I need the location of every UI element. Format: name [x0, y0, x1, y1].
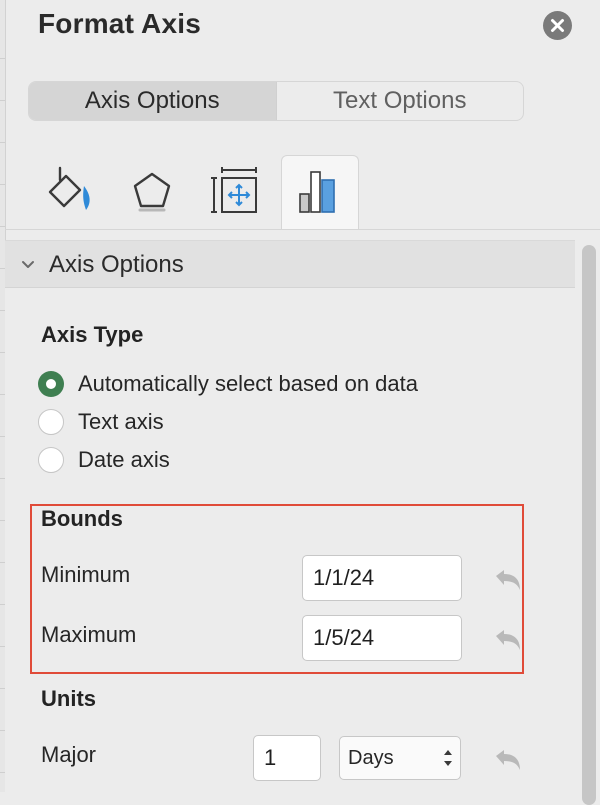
radio-button[interactable]: [38, 447, 64, 473]
fill-line-icon: [48, 166, 90, 210]
units-heading: Units: [41, 686, 96, 711]
effects-pentagon-icon: [133, 172, 171, 212]
major-unit-input[interactable]: [253, 735, 321, 781]
tab-size-properties[interactable]: [206, 160, 266, 220]
size-properties-icon: [211, 167, 257, 213]
maximum-label: Maximum: [41, 622, 137, 647]
close-button[interactable]: [543, 11, 572, 40]
tab-axis-options-icon[interactable]: [290, 160, 350, 220]
radio-auto-select[interactable]: Automatically select based on data: [38, 368, 418, 400]
minimum-input[interactable]: [302, 555, 462, 601]
tab-axis-options[interactable]: Axis Options: [29, 82, 276, 120]
section-header-label: Axis Options: [49, 251, 184, 278]
radio-button-checked[interactable]: [38, 371, 64, 397]
reset-undo-icon[interactable]: [490, 746, 524, 774]
close-icon: [551, 19, 564, 32]
minimum-label: Minimum: [41, 562, 131, 587]
bounds-heading: Bounds: [41, 506, 123, 531]
tab-effects[interactable]: [122, 160, 182, 220]
axis-options-bar-icon: [299, 171, 335, 213]
major-unit-select[interactable]: Days: [339, 736, 461, 780]
radio-button[interactable]: [38, 409, 64, 435]
major-unit-select-value: Days: [348, 747, 394, 769]
section-header-axis-options[interactable]: Axis Options: [5, 240, 575, 288]
radio-label: Automatically select based on data: [78, 371, 418, 396]
radio-label: Date axis: [78, 447, 170, 472]
radio-date-axis[interactable]: Date axis: [38, 444, 170, 476]
tab-fill-line[interactable]: [40, 160, 100, 220]
maximum-input[interactable]: [302, 615, 462, 661]
radio-text-axis[interactable]: Text axis: [38, 406, 164, 438]
up-down-chevron-icon: [444, 750, 452, 766]
axis-type-heading: Axis Type: [41, 322, 144, 347]
major-label: Major: [41, 742, 97, 767]
panel-title: Format Axis: [38, 8, 201, 39]
reset-undo-icon[interactable]: [490, 626, 524, 654]
chevron-down-icon: [22, 261, 34, 268]
scrollbar-thumb[interactable]: [582, 245, 596, 805]
tab-text-options[interactable]: Text Options: [277, 82, 524, 120]
reset-undo-icon[interactable]: [490, 566, 524, 594]
options-segmented-control: Axis Options Text Options: [28, 81, 524, 121]
radio-label: Text axis: [78, 409, 164, 434]
tabs-divider: [5, 229, 600, 230]
